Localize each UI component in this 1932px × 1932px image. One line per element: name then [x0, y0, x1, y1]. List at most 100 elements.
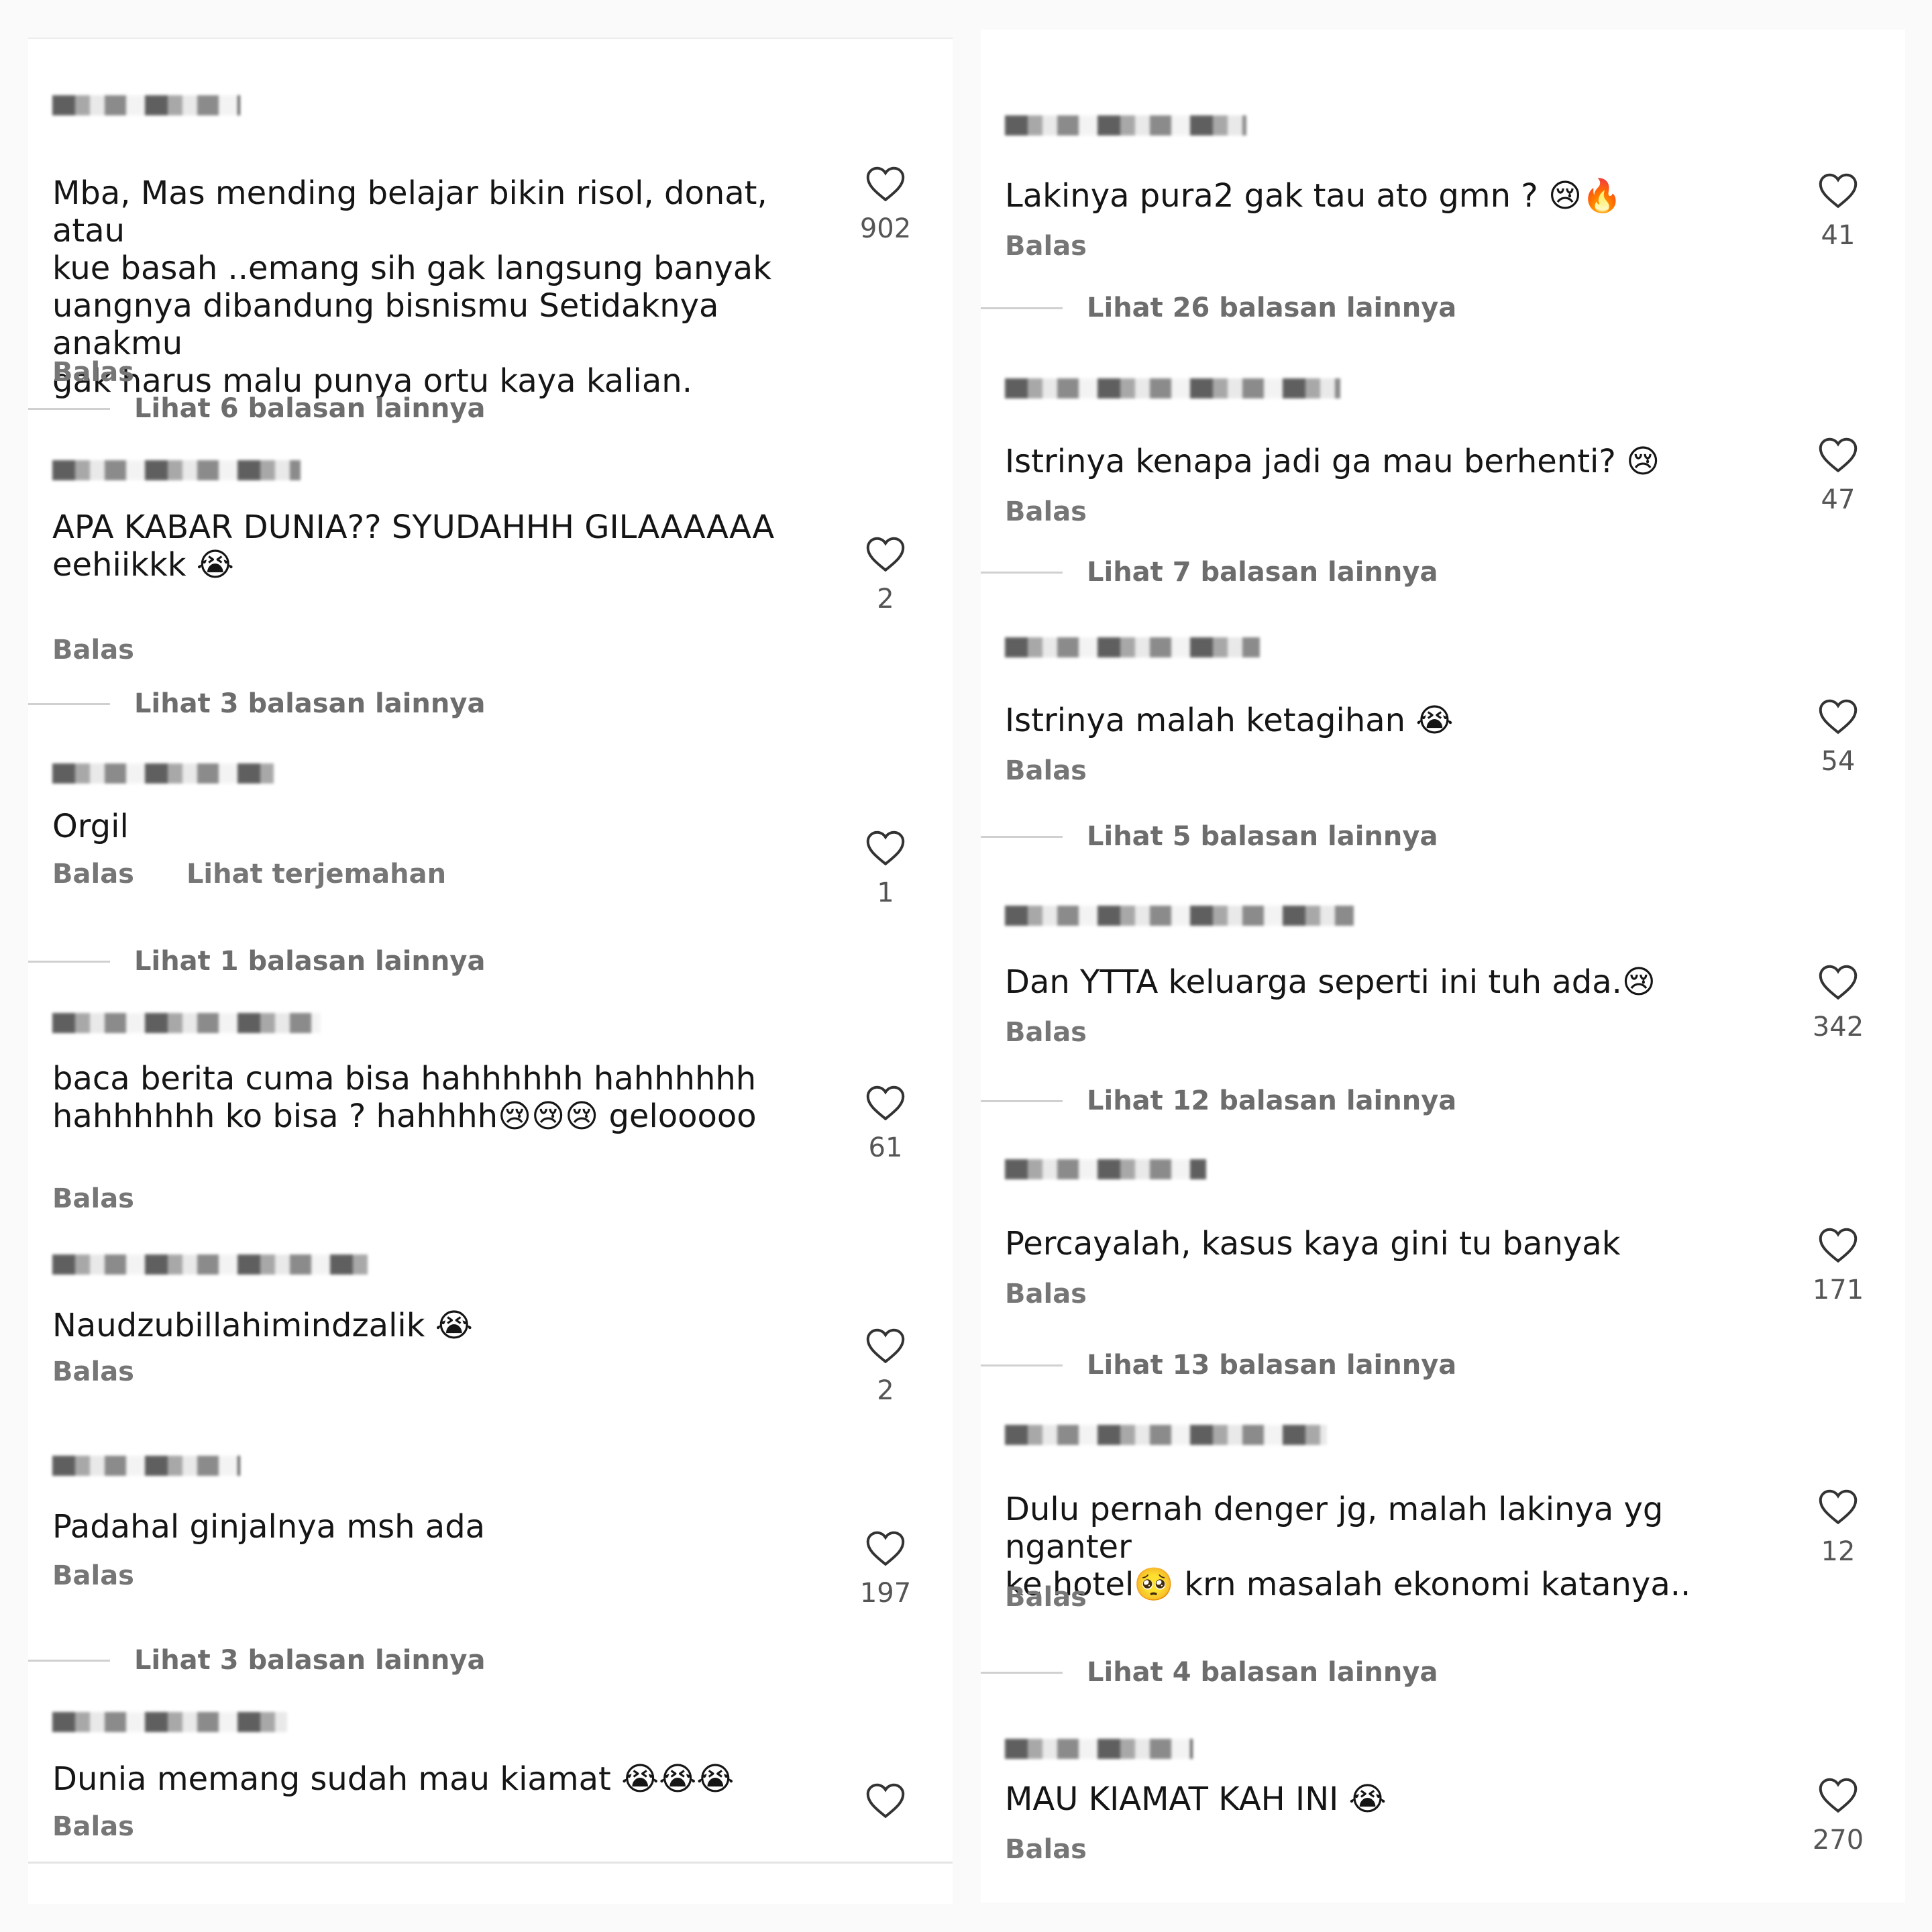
view-more-replies-label: Lihat 1 balasan lainnya: [134, 946, 486, 977]
view-more-replies[interactable]: Lihat 13 balasan lainnya: [981, 1348, 1905, 1382]
view-more-replies[interactable]: Lihat 3 balasan lainnya: [28, 687, 953, 720]
reply-thread-line: [981, 1364, 1063, 1366]
heart-outline-icon: [866, 1328, 905, 1364]
username-blurred[interactable]: [1005, 1425, 1327, 1445]
comment-item: MAU KIAMAT KAH INI 😭 Balas 270: [981, 1739, 1905, 1900]
comment-item: baca berita cuma bisa hahhhhhh hahhhhhh …: [28, 1013, 953, 1214]
comment-text: Padahal ginjalnya msh ada: [52, 1508, 486, 1546]
like-button[interactable]: 902: [845, 165, 926, 244]
like-button[interactable]: 47: [1798, 436, 1878, 515]
username-blurred[interactable]: [52, 1456, 240, 1476]
username-blurred[interactable]: [1005, 1739, 1193, 1759]
username-blurred[interactable]: [52, 1712, 287, 1732]
view-more-replies[interactable]: Lihat 6 balasan lainnya: [28, 392, 953, 425]
reply-button[interactable]: Balas: [52, 635, 134, 665]
heart-outline-icon: [1819, 965, 1858, 1000]
username-blurred[interactable]: [52, 1254, 368, 1275]
comment-item: Percayalah, kasus kaya gini tu banyak Ba…: [981, 1159, 1905, 1320]
like-button[interactable]: 61: [845, 1084, 926, 1163]
comment-item: Istrinya kenapa jadi ga mau berhenti? 😢 …: [981, 378, 1905, 539]
view-more-replies[interactable]: Lihat 12 balasan lainnya: [981, 1084, 1905, 1118]
username-blurred[interactable]: [52, 1013, 321, 1033]
reply-button[interactable]: Balas: [1005, 231, 1087, 262]
comment-actions: Balas: [1005, 1017, 1130, 1048]
username-blurred[interactable]: [1005, 637, 1260, 657]
username-blurred[interactable]: [1005, 115, 1246, 136]
like-button[interactable]: 41: [1798, 172, 1878, 251]
username-blurred[interactable]: [52, 95, 240, 115]
comment-actions: Balas: [52, 635, 177, 665]
comment-text: Istrinya malah ketagihan 😭: [1005, 702, 1454, 739]
reply-button[interactable]: Balas: [1005, 1834, 1087, 1865]
heart-outline-icon: [866, 1085, 905, 1121]
heart-outline-icon: [1819, 1489, 1858, 1525]
username-blurred[interactable]: [52, 763, 274, 784]
view-more-replies-label: Lihat 7 balasan lainnya: [1087, 557, 1438, 588]
comment-item: Dan YTTA keluarga seperti ini tuh ada.😢 …: [981, 906, 1905, 1067]
view-more-replies-label: Lihat 3 balasan lainnya: [134, 688, 486, 719]
comment-text: Lakinya pura2 gak tau ato gmn ? 😢🔥: [1005, 177, 1622, 215]
reply-thread-line: [28, 408, 110, 410]
reply-thread-line: [28, 961, 110, 963]
username-blurred[interactable]: [1005, 1159, 1206, 1179]
like-button[interactable]: 2: [845, 535, 926, 614]
comment-item: Mba, Mas mending belajar bikin risol, do…: [28, 95, 953, 400]
view-more-replies-label: Lihat 4 balasan lainnya: [1087, 1657, 1438, 1688]
like-button[interactable]: 270: [1798, 1776, 1878, 1856]
like-count: 41: [1821, 220, 1856, 251]
comment-actions: Balas Lihat terjemahan: [52, 859, 489, 890]
like-count: 902: [859, 213, 912, 244]
comment-text: Naudzubillahimindzalik 😭: [52, 1307, 473, 1344]
like-button[interactable]: 197: [845, 1529, 926, 1609]
reply-button[interactable]: Balas: [52, 1356, 134, 1387]
like-button[interactable]: 1: [845, 829, 926, 908]
view-more-replies[interactable]: Lihat 5 balasan lainnya: [981, 820, 1905, 853]
emoji-reaction-bar: [28, 1862, 953, 1904]
like-button[interactable]: 342: [1798, 963, 1878, 1042]
comment-actions: Balas: [1005, 755, 1130, 786]
reply-button[interactable]: Balas: [1005, 755, 1087, 786]
like-count: 171: [1812, 1275, 1864, 1305]
reply-button[interactable]: Balas: [1005, 1279, 1087, 1309]
comment-actions: Balas: [52, 1811, 177, 1842]
heart-outline-icon: [1819, 1228, 1858, 1263]
comment-text: Orgil: [52, 808, 129, 845]
like-button[interactable]: 171: [1798, 1226, 1878, 1305]
like-count: 1: [877, 877, 894, 908]
reply-button[interactable]: Balas: [1005, 1582, 1087, 1613]
comment-item: Lakinya pura2 gak tau ato gmn ? 😢🔥 Balas…: [981, 115, 1905, 276]
comment-item: APA KABAR DUNIA?? SYUDAHHH GILAAAAAA eeh…: [28, 460, 953, 665]
comment-actions: Balas: [1005, 231, 1130, 262]
like-button[interactable]: 12: [1798, 1488, 1878, 1567]
reply-button[interactable]: Balas: [52, 859, 134, 890]
see-translation-button[interactable]: Lihat terjemahan: [186, 859, 446, 890]
like-count: 342: [1812, 1012, 1864, 1042]
comment-actions: Balas: [1005, 1582, 1130, 1613]
view-more-replies[interactable]: Lihat 7 balasan lainnya: [981, 555, 1905, 589]
reply-button[interactable]: Balas: [52, 1183, 134, 1214]
username-blurred[interactable]: [52, 460, 301, 480]
like-count: 47: [1821, 484, 1856, 515]
comment-actions: Balas: [52, 1356, 177, 1387]
reply-button[interactable]: Balas: [1005, 496, 1087, 527]
view-more-replies[interactable]: Lihat 4 balasan lainnya: [981, 1656, 1905, 1689]
username-blurred[interactable]: [1005, 378, 1340, 398]
like-count: 2: [877, 584, 894, 614]
heart-outline-icon: [866, 166, 905, 202]
reply-button[interactable]: Balas: [52, 357, 134, 388]
heart-outline-icon: [1819, 173, 1858, 209]
username-blurred[interactable]: [1005, 906, 1354, 926]
comment-actions: Balas: [52, 1560, 177, 1591]
reply-button[interactable]: Balas: [52, 1560, 134, 1591]
comment-text: APA KABAR DUNIA?? SYUDAHHH GILAAAAAA eeh…: [52, 508, 775, 584]
view-more-replies[interactable]: Lihat 1 balasan lainnya: [28, 945, 953, 978]
reply-thread-line: [981, 836, 1063, 838]
view-more-replies[interactable]: Lihat 26 balasan lainnya: [981, 291, 1905, 325]
comment-text: Dan YTTA keluarga seperti ini tuh ada.😢: [1005, 963, 1656, 1001]
reply-button[interactable]: Balas: [1005, 1017, 1087, 1048]
like-button[interactable]: 2: [845, 1327, 926, 1406]
like-button[interactable]: [845, 1782, 926, 1819]
like-button[interactable]: 54: [1798, 698, 1878, 777]
reply-button[interactable]: Balas: [52, 1811, 134, 1842]
view-more-replies[interactable]: Lihat 3 balasan lainnya: [28, 1644, 953, 1677]
